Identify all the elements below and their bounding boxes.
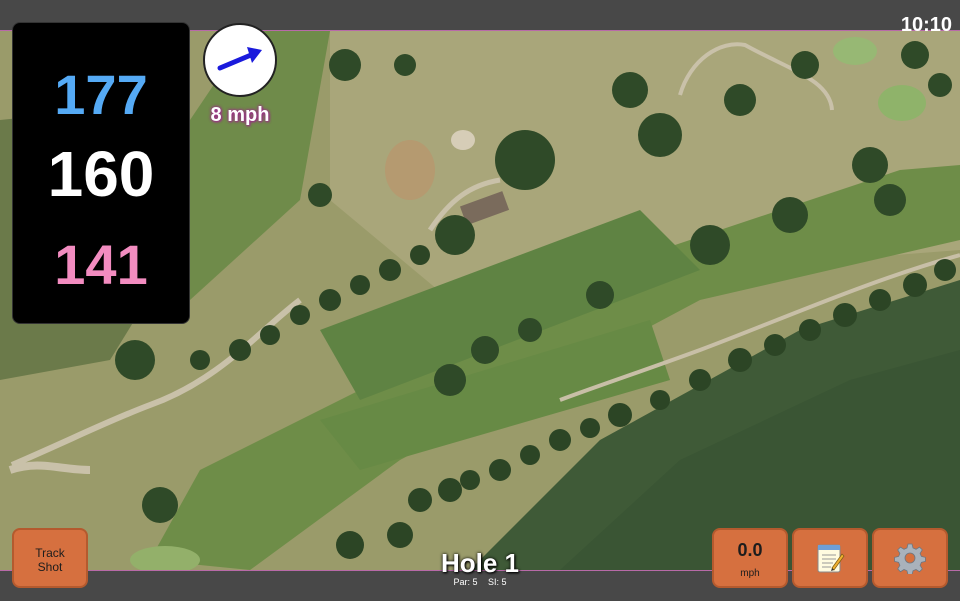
track-shot-label-line2: Shot xyxy=(37,560,63,574)
front-distance: 141 xyxy=(54,233,148,296)
wind-direction-arrow-icon xyxy=(217,47,262,71)
wind-speed-label: 8 mph xyxy=(210,104,270,126)
track-shot-label-line1: Track xyxy=(35,546,65,560)
stroke-index-label: SI: 5 xyxy=(488,577,507,587)
scorecard-notes-button[interactable] xyxy=(792,528,868,588)
distance-panel: 177 160 141 xyxy=(12,22,190,324)
gear-icon xyxy=(894,543,926,574)
hole-info: Par: 5 SI: 5 xyxy=(380,577,580,587)
middle-distance: 160 xyxy=(47,138,155,210)
speed-unit: mph xyxy=(740,568,760,579)
notepad-icon xyxy=(817,544,845,573)
speed-value: 0.0 xyxy=(737,540,763,560)
settings-button[interactable] xyxy=(872,528,948,588)
wind-indicator xyxy=(203,23,277,97)
back-distance: 177 xyxy=(54,63,148,126)
speed-button[interactable]: 0.0 mph xyxy=(712,528,788,588)
track-shot-button[interactable]: Track Shot xyxy=(12,528,88,588)
par-label: Par: 5 xyxy=(453,577,478,587)
hole-title: Hole 1 xyxy=(440,548,520,578)
